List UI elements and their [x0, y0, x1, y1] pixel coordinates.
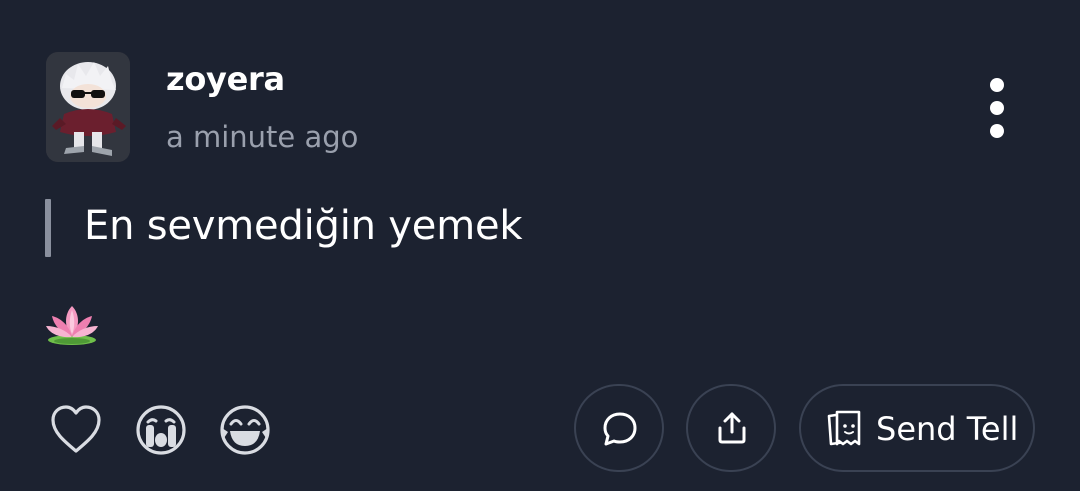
- send-tell-label: Send Tell: [876, 410, 1019, 448]
- avatar-image: [46, 52, 130, 162]
- ghost-note-icon: [827, 410, 861, 446]
- avatar[interactable]: [46, 52, 130, 162]
- comment-button[interactable]: [574, 384, 664, 472]
- quote-bar: [45, 199, 51, 257]
- more-dot-icon: [990, 101, 1004, 115]
- more-dot-icon: [990, 78, 1004, 92]
- laughing-face-icon[interactable]: [218, 402, 274, 458]
- lotus-emoji: [46, 306, 98, 345]
- share-button[interactable]: [686, 384, 776, 472]
- crying-face-icon[interactable]: [134, 402, 190, 458]
- heart-icon[interactable]: [48, 402, 104, 458]
- chat-bubble-icon: [603, 412, 637, 446]
- more-options-button[interactable]: [978, 72, 1018, 144]
- username[interactable]: zoyera: [166, 60, 285, 98]
- more-dot-icon: [990, 124, 1004, 138]
- post-timestamp: a minute ago: [166, 120, 359, 154]
- share-upload-icon: [718, 412, 746, 444]
- post-card: zoyera a minute ago En sevmediğin yemek: [0, 0, 1080, 491]
- question-text: En sevmediğin yemek: [84, 203, 523, 249]
- send-tell-button[interactable]: Send Tell: [799, 384, 1035, 472]
